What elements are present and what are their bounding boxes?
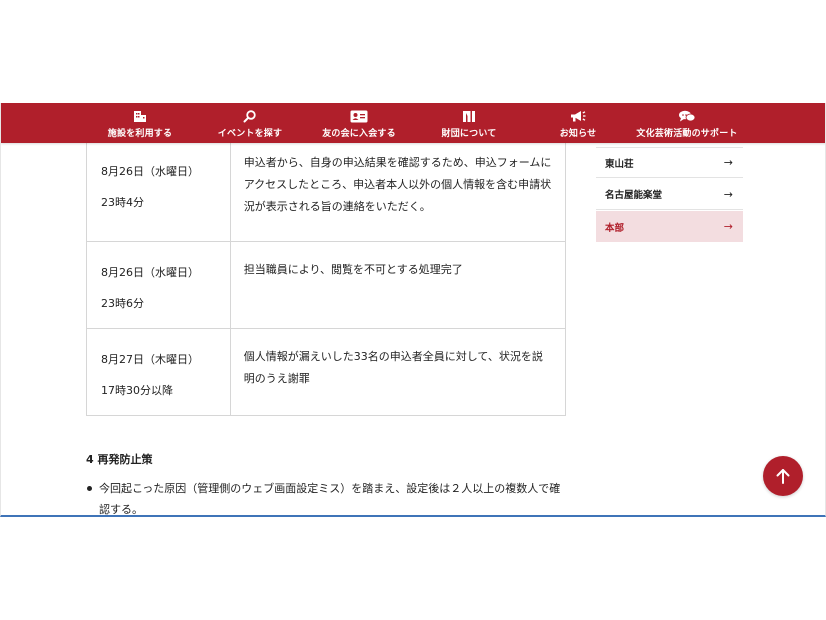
- nav-events[interactable]: イベントを探す: [214, 103, 286, 143]
- building-icon: [133, 109, 147, 123]
- sidebar-item-label: 名古屋能楽堂: [605, 190, 663, 201]
- description-cell: 担当職員により、閲覧を不可とする処理完了: [229, 241, 567, 329]
- description-text: 担当職員により、閲覧を不可とする処理完了: [243, 263, 463, 276]
- time-text: 23時4分: [101, 196, 144, 209]
- nav-label: イベントを探す: [217, 129, 283, 139]
- member-card-icon: [350, 109, 368, 123]
- table-row: 8月26日（水曜日） 23時4分 申込者から、自身の申込結果を確認するため、申込…: [86, 135, 567, 242]
- nav-news[interactable]: お知らせ: [554, 103, 602, 143]
- list-item: 今回起こった原因（管理側のウェブ画面設定ミス）を踏まえ、設定後は２人以上の複数人…: [86, 478, 566, 516]
- nav-facilities[interactable]: 施設を利用する: [104, 103, 176, 143]
- date-text: 8月26日（水曜日）: [101, 165, 199, 178]
- nav-label: 友の会に入会する: [322, 129, 396, 139]
- time-text: 17時30分以降: [101, 384, 173, 397]
- arrow-right-icon: →: [723, 187, 733, 201]
- bullet-list: 今回起こった原因（管理側のウェブ画面設定ミス）を踏まえ、設定後は２人以上の複数人…: [86, 478, 566, 516]
- description-text: 申込者から、自身の申込結果を確認するため、申込フォームにアクセスしたところ、申込…: [243, 156, 552, 213]
- scroll-to-top-button[interactable]: [763, 456, 803, 496]
- sidebar-item-label: 本部: [605, 222, 625, 234]
- nav-label: お知らせ: [559, 129, 597, 139]
- sidebar-item-higashiyamaso[interactable]: 東山荘 →: [596, 147, 743, 178]
- arrow-right-icon: →: [723, 156, 733, 169]
- search-icon: [243, 109, 257, 123]
- megaphone-icon: [570, 109, 586, 123]
- incident-timeline-table: 8月26日（水曜日） 23時4分 申込者から、自身の申込結果を確認するため、申込…: [86, 135, 567, 416]
- date-cell: 8月27日（木曜日） 17時30分以降: [86, 328, 231, 416]
- sidebar-item-nagoya-nohgakudo[interactable]: 名古屋能楽堂 →: [596, 179, 743, 210]
- global-nav: 施設を利用する イベントを探す 友の会に入会する 財団について お知らせ 文化芸…: [1, 103, 825, 143]
- description-cell: 申込者から、自身の申込結果を確認するため、申込フォームにアクセスしたところ、申込…: [229, 135, 567, 242]
- date-text: 8月26日（水曜日）: [101, 266, 199, 279]
- date-text: 8月27日（木曜日）: [101, 353, 199, 366]
- nav-membership[interactable]: 友の会に入会する: [319, 103, 399, 143]
- page-viewport: 施設を利用する イベントを探す 友の会に入会する 財団について お知らせ 文化芸…: [0, 103, 826, 517]
- chat-bubbles-icon: [678, 109, 696, 123]
- time-text: 23時6分: [101, 297, 144, 310]
- foundation-logo-icon: [462, 109, 476, 123]
- section-heading: 4 再発防止策: [86, 453, 153, 466]
- nav-arts-support[interactable]: 文化芸術活動のサポート: [636, 103, 738, 143]
- date-cell: 8月26日（水曜日） 23時4分: [86, 135, 231, 242]
- description-cell: 個人情報が漏えいした33名の申込者全員に対して、状況を説明のうえ謝罪: [229, 328, 567, 416]
- arrow-right-icon: →: [723, 220, 733, 233]
- description-text: 個人情報が漏えいした33名の申込者全員に対して、状況を説明のうえ謝罪: [243, 350, 543, 385]
- list-item-text: 今回起こった原因（管理側のウェブ画面設定ミス）を踏まえ、設定後は２人以上の複数人…: [99, 482, 561, 516]
- table-row: 8月27日（木曜日） 17時30分以降 個人情報が漏えいした33名の申込者全員に…: [86, 328, 567, 416]
- nav-label: 施設を利用する: [107, 129, 173, 139]
- arrow-up-icon: [776, 469, 790, 484]
- main-content: 8月26日（水曜日） 23時4分 申込者から、自身の申込結果を確認するため、申込…: [1, 135, 825, 516]
- nav-label: 文化芸術活動のサポート: [636, 129, 738, 139]
- sidebar-item-headquarters[interactable]: 本部 →: [596, 211, 743, 242]
- nav-about[interactable]: 財団について: [437, 103, 501, 143]
- sidebar-item-label: 東山荘: [605, 158, 634, 170]
- bullet-dot: [87, 486, 92, 491]
- nav-label: 財団について: [441, 129, 497, 139]
- table-row: 8月26日（水曜日） 23時6分 担当職員により、閲覧を不可とする処理完了: [86, 241, 567, 329]
- date-cell: 8月26日（水曜日） 23時6分: [86, 241, 231, 329]
